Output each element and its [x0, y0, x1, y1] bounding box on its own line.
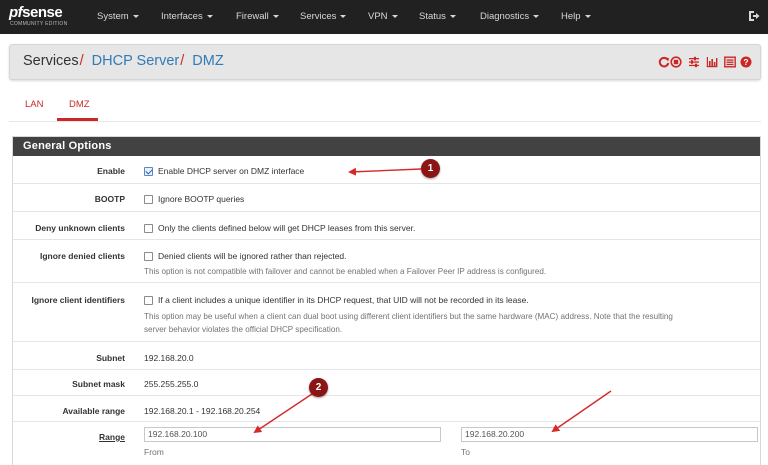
subnet-value: 192.168.20.0 — [144, 353, 194, 363]
logo-rest: sense — [22, 4, 63, 21]
range-to-input[interactable]: 192.168.20.200 — [461, 427, 758, 442]
stop-service-icon[interactable] — [670, 56, 682, 68]
nav-label: Firewall — [236, 11, 269, 22]
ignore-denied-checkbox-label[interactable]: Denied clients will be ignored rather th… — [158, 251, 347, 261]
logs-list-icon[interactable] — [724, 56, 736, 68]
logo-wordmark: pfsense — [9, 4, 63, 21]
available-range-value: 192.168.20.1 - 192.168.20.254 — [144, 406, 261, 416]
breadcrumb-separator: / — [180, 53, 185, 69]
row-ignore-denied: Ignore denied clients Denied clients wil… — [13, 240, 760, 283]
nav-diagnostics[interactable]: Diagnostics — [480, 0, 540, 34]
enable-checkbox-label[interactable]: Enable DHCP server on DMZ interface — [158, 166, 304, 176]
row-subnet: Subnet 192.168.20.0 — [13, 342, 760, 370]
range-label-text: Range — [99, 432, 125, 442]
annotation-badge-2: 2 — [309, 378, 328, 397]
enable-label: Enable — [97, 166, 125, 176]
top-navbar: pfsense COMMUNITY EDITION System Interfa… — [0, 0, 768, 34]
tabs-divider — [9, 121, 761, 122]
ignore-denied-help: This option is not compatible with failo… — [144, 267, 547, 276]
row-available-range: Available range 192.168.20.1 - 192.168.2… — [13, 396, 760, 422]
logo-subtitle: COMMUNITY EDITION — [10, 21, 68, 27]
deny-unknown-label: Deny unknown clients — [35, 223, 125, 233]
nav-label: Help — [561, 11, 581, 22]
row-deny-unknown: Deny unknown clients Only the clients de… — [13, 212, 760, 240]
nav-vpn[interactable]: VPN — [368, 0, 398, 34]
caret-down-icon — [132, 14, 139, 18]
header-actions: ? — [658, 56, 752, 70]
nav-label: Services — [300, 11, 337, 22]
ignore-identifiers-help-1: This option may be useful when a client … — [144, 312, 673, 321]
nav-services[interactable]: Services — [300, 0, 347, 34]
nav-interfaces[interactable]: Interfaces — [161, 0, 213, 34]
caret-down-icon — [391, 14, 398, 18]
caret-down-icon — [449, 14, 456, 18]
subnet-label: Subnet — [96, 353, 125, 363]
nav-status[interactable]: Status — [419, 0, 456, 34]
logout-icon[interactable] — [748, 10, 760, 22]
breadcrumb-dmz[interactable]: DMZ — [192, 53, 223, 69]
bootp-checkbox-label[interactable]: Ignore BOOTP queries — [158, 194, 244, 204]
nav-label: System — [97, 11, 129, 22]
nav-label: VPN — [368, 11, 388, 22]
nav-help[interactable]: Help — [561, 0, 591, 34]
breadcrumb-bar: Services/ DHCP Server/ DMZ ? — [9, 44, 761, 80]
caret-down-icon — [340, 14, 347, 18]
caret-down-icon — [533, 14, 540, 18]
caret-down-icon — [272, 14, 279, 18]
breadcrumb-separator: / — [79, 53, 84, 69]
available-range-label: Available range — [62, 406, 125, 416]
enable-checkbox[interactable] — [144, 167, 153, 176]
ignore-denied-checkbox[interactable] — [144, 252, 153, 261]
row-ignore-identifiers: Ignore client identifiers If a client in… — [13, 283, 760, 342]
range-from-input[interactable]: 192.168.20.100 — [144, 427, 441, 442]
range-label: Range — [13, 432, 125, 442]
nav-firewall[interactable]: Firewall — [236, 0, 279, 34]
range-from-label: From — [144, 447, 164, 457]
subnet-mask-label: Subnet mask — [72, 379, 125, 389]
tab-lan[interactable]: LAN — [25, 99, 43, 110]
row-subnet-mask: Subnet mask 255.255.255.0 — [13, 370, 760, 396]
tab-dmz[interactable]: DMZ — [69, 99, 90, 110]
deny-unknown-checkbox-label[interactable]: Only the clients defined below will get … — [158, 223, 415, 233]
bootp-label: BOOTP — [94, 194, 125, 204]
breadcrumb: Services/ DHCP Server/ DMZ — [23, 53, 224, 69]
ignore-identifiers-label: Ignore client identifiers — [31, 295, 125, 305]
restart-service-icon[interactable] — [658, 56, 670, 68]
ignore-denied-label: Ignore denied clients — [39, 251, 125, 261]
subnet-mask-value: 255.255.255.0 — [144, 379, 199, 389]
logo-prefix: pf — [9, 4, 23, 21]
caret-down-icon — [206, 14, 213, 18]
status-chart-icon[interactable] — [706, 56, 718, 68]
nav-system[interactable]: System — [97, 0, 139, 34]
help-icon[interactable]: ? — [740, 56, 752, 68]
nav-label: Diagnostics — [480, 11, 530, 22]
range-to-label: To — [461, 447, 470, 457]
row-bootp: BOOTP Ignore BOOTP queries — [13, 184, 760, 212]
breadcrumb-dhcp-server[interactable]: DHCP Server — [92, 53, 180, 69]
ignore-identifiers-help-2: server behavior violates the official DH… — [144, 325, 343, 334]
bootp-checkbox[interactable] — [144, 195, 153, 204]
settings-sliders-icon[interactable] — [688, 56, 700, 68]
breadcrumb-services: Services — [23, 53, 79, 69]
ignore-identifiers-checkbox[interactable] — [144, 296, 153, 305]
caret-down-icon — [584, 14, 591, 18]
annotation-badge-1: 1 — [421, 159, 440, 178]
svg-text:?: ? — [743, 57, 748, 67]
deny-unknown-checkbox[interactable] — [144, 224, 153, 233]
ignore-identifiers-checkbox-label[interactable]: If a client includes a unique identifier… — [158, 295, 529, 305]
row-range: Range 192.168.20.100 From 192.168.20.200… — [13, 422, 760, 465]
row-enable: Enable Enable DHCP server on DMZ interfa… — [13, 156, 760, 184]
nav-label: Interfaces — [161, 11, 203, 22]
general-options-panel: General Options Enable Enable DHCP serve… — [12, 136, 761, 465]
pfsense-logo[interactable]: pfsense COMMUNITY EDITION — [9, 5, 79, 29]
panel-title: General Options — [13, 137, 760, 156]
nav-label: Status — [419, 11, 446, 22]
